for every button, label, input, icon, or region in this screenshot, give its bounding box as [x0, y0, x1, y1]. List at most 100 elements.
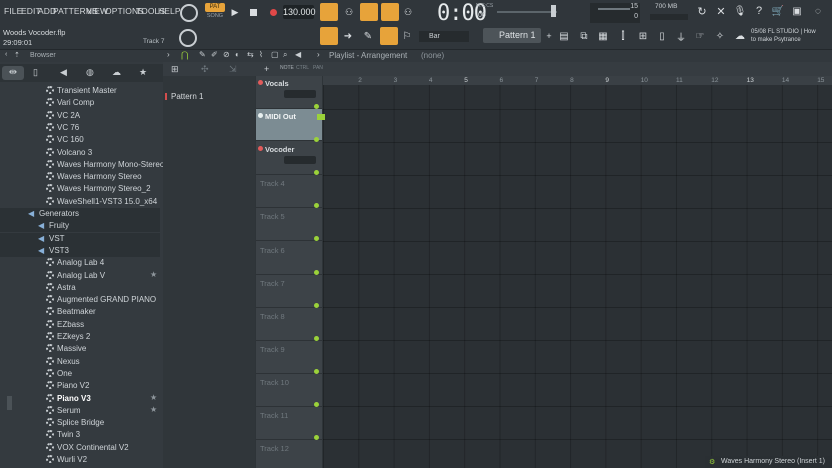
- browser-item[interactable]: VC 76: [0, 122, 160, 134]
- wait-input-icon[interactable]: ⚇: [341, 5, 357, 19]
- expand-icon[interactable]: ✣: [201, 64, 209, 75]
- draw-tool-icon[interactable]: ✎: [199, 50, 206, 59]
- track-header[interactable]: Track 8: [256, 308, 322, 341]
- favorite-star-icon[interactable]: ★: [150, 393, 157, 402]
- help-icon[interactable]: ?: [752, 4, 766, 18]
- slip-tool-icon[interactable]: ⇆: [247, 50, 254, 59]
- mixer-icon[interactable]: ⫿: [616, 29, 630, 43]
- menu-help[interactable]: HELP: [158, 6, 181, 16]
- track-controls[interactable]: [284, 156, 316, 165]
- snap-selector[interactable]: Bar: [419, 31, 469, 42]
- browser-item[interactable]: Beatmaker: [0, 306, 160, 318]
- add-track-icon[interactable]: +: [264, 64, 269, 74]
- browser-tab-cloud-icon[interactable]: ☁: [112, 67, 121, 78]
- arrow-up-icon[interactable]: ⇡: [14, 51, 20, 59]
- chevron-right-icon[interactable]: ›: [167, 50, 170, 59]
- playlist-grid[interactable]: [323, 76, 832, 468]
- browser-tab-plugins-icon[interactable]: ◍: [86, 67, 94, 78]
- metronome-button[interactable]: [320, 3, 338, 21]
- resize-icon[interactable]: ⇲: [229, 64, 237, 75]
- folder-fruity[interactable]: ◀ Fruity: [0, 220, 160, 233]
- browser-item[interactable]: Piano V3 ★: [0, 393, 160, 405]
- chat-icon[interactable]: ◌: [811, 4, 825, 18]
- channel-rack-icon[interactable]: ⧉: [577, 29, 591, 43]
- browser-item[interactable]: Nexus: [0, 356, 160, 368]
- track-header[interactable]: Track 4: [256, 175, 322, 209]
- play-icon[interactable]: ▶: [230, 7, 240, 17]
- browser-item[interactable]: Astra: [0, 282, 160, 294]
- browser-item[interactable]: VC 160: [0, 134, 160, 146]
- browser-item[interactable]: Analog Lab 4: [0, 257, 160, 269]
- browser-item[interactable]: Twin 3: [0, 429, 160, 441]
- tempo-display[interactable]: 130.000: [283, 5, 316, 19]
- track-header[interactable]: Track 7: [256, 275, 322, 308]
- track-header[interactable]: Track 9: [256, 341, 322, 374]
- plugin-picker-icon[interactable]: ⊞: [636, 29, 650, 43]
- add-pattern-icon[interactable]: +: [543, 30, 555, 42]
- browser-item[interactable]: VC 2A: [0, 110, 160, 122]
- track-header[interactable]: MIDI Out: [256, 109, 322, 143]
- chevron-left-icon[interactable]: ‹: [5, 51, 7, 58]
- master-pitch-knob[interactable]: [179, 29, 197, 47]
- select-tool-icon[interactable]: ▢: [271, 50, 279, 59]
- track-header[interactable]: Vocoder: [256, 142, 322, 176]
- document-icon[interactable]: ▯: [655, 29, 669, 43]
- arrow-right-icon[interactable]: ➜: [341, 29, 355, 43]
- stop-icon[interactable]: [250, 9, 257, 16]
- piano-keys-icon[interactable]: ⊞: [171, 64, 179, 75]
- track-mute-icon[interactable]: [258, 113, 263, 119]
- song-mode-label[interactable]: SONG: [206, 13, 224, 21]
- paint-tool-icon[interactable]: ✐: [211, 50, 218, 59]
- song-position-handle[interactable]: [551, 5, 556, 17]
- browser-item[interactable]: Massive: [0, 343, 160, 355]
- browser-item[interactable]: Waves Harmony Stereo_2: [0, 183, 160, 195]
- chevron-right-icon-2[interactable]: ›: [317, 50, 320, 59]
- pencil-icon[interactable]: ✎: [361, 29, 375, 43]
- loop-record-icon[interactable]: ⚇: [400, 5, 416, 19]
- playback-tool-icon[interactable]: ◀: [295, 50, 301, 59]
- browser-item[interactable]: Piano V2: [0, 380, 160, 392]
- pattern-browser-button[interactable]: [320, 27, 338, 45]
- browser-item[interactable]: WaveShell1-VST3 15.0_x64: [0, 196, 160, 208]
- microphone-icon[interactable]: 🎙: [733, 4, 747, 18]
- track-header[interactable]: Vocals: [256, 76, 322, 109]
- browser-item[interactable]: Augmented GRAND PIANO: [0, 294, 160, 306]
- touch-icon[interactable]: ☞: [693, 29, 707, 43]
- menu-file[interactable]: FILE: [4, 6, 22, 16]
- magnet-icon[interactable]: ⋂: [181, 50, 188, 61]
- browser-item[interactable]: Vari Comp: [0, 97, 160, 109]
- slice-tool-icon[interactable]: ⌇: [259, 50, 263, 59]
- folder-vst3[interactable]: ◀ VST3: [0, 244, 160, 257]
- playlist-icon[interactable]: ▤: [557, 29, 571, 43]
- browser-item[interactable]: EZbass: [0, 319, 160, 331]
- countdown-button[interactable]: [360, 3, 378, 21]
- song-position-slider[interactable]: [497, 11, 557, 13]
- track-mute-icon[interactable]: [258, 80, 263, 85]
- refresh-icon[interactable]: ↻: [695, 4, 709, 18]
- browser-scrollbar[interactable]: [7, 396, 12, 410]
- cart-icon[interactable]: 🛒: [771, 4, 785, 18]
- folder-generators[interactable]: ◀ Generators: [0, 208, 160, 220]
- browser-item[interactable]: VOX Continental V2: [0, 442, 160, 454]
- track-controls[interactable]: [284, 90, 316, 98]
- time-ruler[interactable]: 2 3 4 5 6 7 8 9 10 11 12 13 14 15: [323, 76, 832, 85]
- browser-tab-favorites-icon[interactable]: ★: [139, 67, 147, 78]
- browser-item[interactable]: One: [0, 368, 160, 380]
- browser-item[interactable]: Volcano 3: [0, 147, 160, 159]
- browser-item[interactable]: EZkeys 2: [0, 331, 160, 343]
- browser-tab-files-icon[interactable]: ▯: [33, 67, 38, 78]
- plug-icon[interactable]: ⏚: [674, 29, 688, 44]
- track-header[interactable]: Track 10: [256, 374, 322, 407]
- mute-tool-icon[interactable]: ◐: [235, 50, 240, 59]
- zoom-tool-icon[interactable]: ⌕: [283, 50, 287, 60]
- browser-item[interactable]: Analog Lab V ★: [0, 270, 160, 282]
- track-header[interactable]: Track 5: [256, 208, 322, 242]
- browser-tab-all[interactable]: ⇹: [2, 66, 24, 80]
- browser-item[interactable]: Serum ★: [0, 405, 160, 417]
- record-icon[interactable]: [270, 9, 277, 16]
- stamp-icon[interactable]: ⚐: [400, 29, 414, 43]
- browser-item[interactable]: Transient Master: [0, 85, 160, 97]
- track-mute-icon[interactable]: [258, 146, 263, 152]
- track-header[interactable]: Track 6: [256, 242, 322, 275]
- track-header[interactable]: Track 11: [256, 407, 322, 440]
